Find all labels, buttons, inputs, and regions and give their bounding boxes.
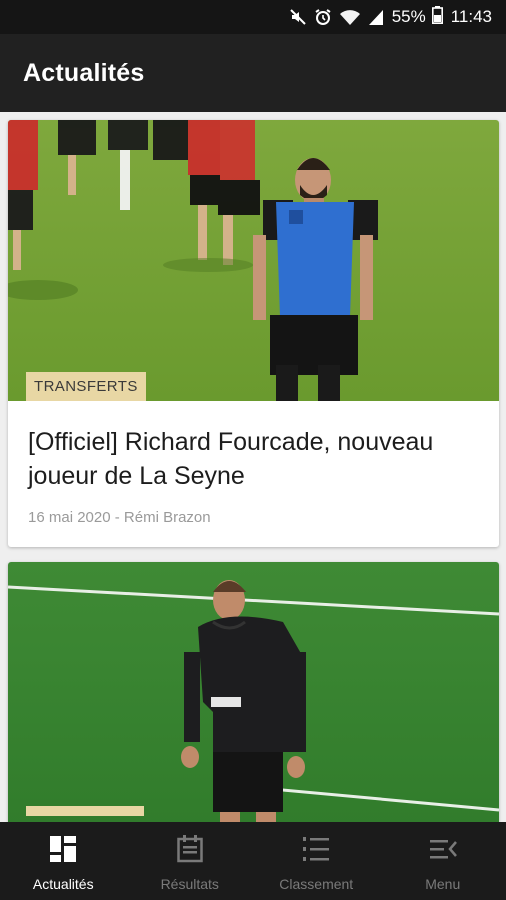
article-author: Rémi Brazon (123, 509, 211, 526)
mute-icon (289, 8, 307, 26)
status-bar: 55% 11:43 (0, 0, 506, 34)
nav-item-actualites[interactable]: Actualités (0, 822, 127, 900)
bottom-navigation: Actualités Résultats Classement Menu (0, 822, 506, 900)
article-card[interactable] (8, 562, 499, 822)
nav-item-classement[interactable]: Classement (253, 822, 380, 900)
meta-separator: - (114, 509, 120, 526)
nav-label: Résultats (160, 876, 219, 892)
app-bar: Actualités (0, 34, 506, 112)
menu-icon (429, 834, 457, 864)
signal-icon (368, 8, 384, 26)
nav-label: Actualités (32, 876, 94, 892)
battery-percentage: 55% (391, 7, 426, 26)
article-image[interactable]: TRANSFERTS (8, 120, 499, 401)
news-grid-icon (49, 834, 77, 864)
article-meta: 16 mai 2020 - Rémi Brazon (28, 509, 477, 526)
battery-icon (431, 5, 443, 29)
news-feed[interactable]: TRANSFERTS [Officiel] Richard Fourcade, … (0, 112, 506, 822)
article-title[interactable]: [Officiel] Richard Fourcade, nouveau jou… (28, 425, 477, 493)
nav-item-resultats[interactable]: Résultats (127, 822, 254, 900)
page-title: Actualités (23, 58, 145, 87)
article-card[interactable]: TRANSFERTS [Officiel] Richard Fourcade, … (8, 120, 499, 547)
category-badge (26, 806, 144, 816)
clock: 11:43 (450, 7, 492, 26)
ranking-list-icon (302, 834, 330, 864)
article-image[interactable] (8, 562, 499, 822)
calendar-icon (177, 834, 203, 864)
category-badge: TRANSFERTS (26, 372, 146, 401)
wifi-icon (339, 8, 361, 26)
nav-label: Menu (425, 876, 461, 892)
nav-label: Classement (279, 876, 354, 892)
alarm-icon (314, 8, 332, 26)
nav-item-menu[interactable]: Menu (380, 822, 506, 900)
article-date: 16 mai 2020 (28, 509, 111, 526)
